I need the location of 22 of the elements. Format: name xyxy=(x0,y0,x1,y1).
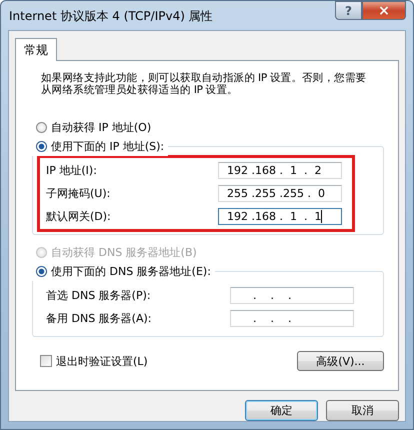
ok-button[interactable]: 确定 xyxy=(245,400,318,421)
checkbox-option[interactable]: 退出时验证设置(L) xyxy=(40,354,148,368)
ip-address-field[interactable]: . . . xyxy=(230,287,354,304)
close-button[interactable]: × xyxy=(362,1,406,20)
radio-option[interactable]: 自动获得 IP 地址(O) xyxy=(30,118,152,137)
ip-address-field[interactable]: . . . xyxy=(230,310,354,327)
help-button[interactable]: ? xyxy=(335,1,362,20)
cancel-button[interactable]: 取消 xyxy=(326,400,399,421)
ip-address-field[interactable]: 192 .168 . 1 . 1 xyxy=(218,208,342,225)
field-label: 默认网关(D): xyxy=(46,209,111,224)
window-title: Internet 协议版本 4 (TCP/IPv4) 属性 xyxy=(8,8,213,25)
radio-option[interactable]: 使用下面的 DNS 服务器地址(E): xyxy=(30,262,211,281)
field-label: 备用 DNS 服务器(A): xyxy=(46,311,152,326)
ip-address-field[interactable]: 192 .168 . 1 . 2 xyxy=(218,162,342,179)
field-label: 首选 DNS 服务器(P): xyxy=(46,288,151,303)
ip-address-field[interactable]: 255 .255 .255 . 0 xyxy=(218,185,342,202)
advanced-button[interactable]: 高级(V)... xyxy=(297,351,384,371)
tab[interactable]: 常规 xyxy=(15,38,57,61)
radio-option[interactable]: 使用下面的 IP 地址(S): xyxy=(30,137,164,156)
field-label: 子网掩码(U): xyxy=(46,186,110,201)
description-text: 如果网络支持此功能，则可以获取自动指派的 IP 设置。否则，您需要从网络系统管理员处获得适当的 IP 设置。 xyxy=(41,72,368,96)
field-label: IP 地址(I): xyxy=(46,163,97,178)
